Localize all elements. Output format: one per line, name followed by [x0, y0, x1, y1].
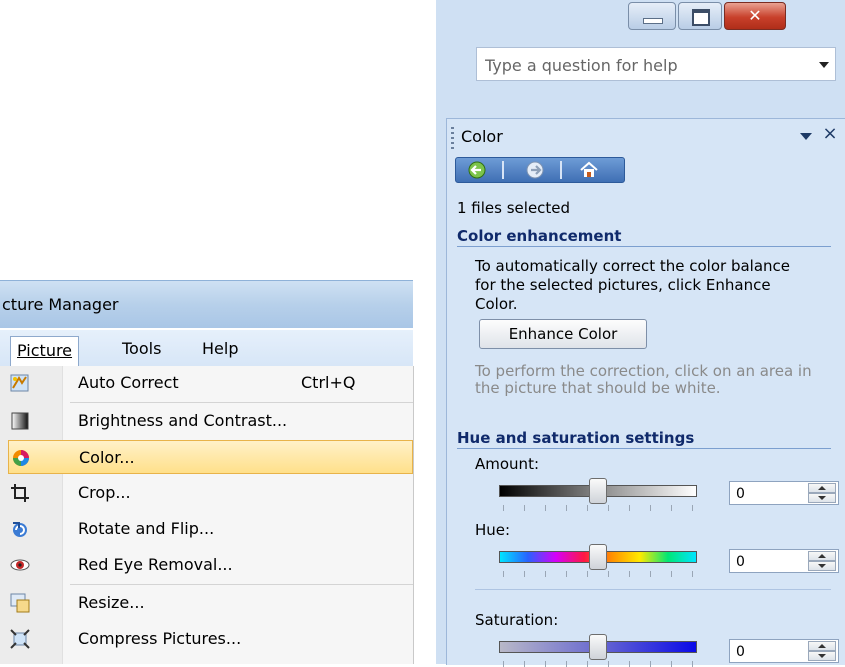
maximize-icon: [692, 9, 710, 26]
menu-item-red-eye[interactable]: Red Eye Removal...: [0, 548, 413, 582]
color-enhancement-heading: Color enhancement: [457, 227, 622, 245]
hue-value-input[interactable]: [734, 552, 798, 572]
section-divider: [457, 448, 831, 449]
minimize-button[interactable]: [628, 2, 676, 30]
menu-item-label: Auto Correct: [78, 373, 179, 392]
color-wheel-icon: [11, 448, 31, 468]
nav-separator: [502, 161, 504, 179]
menu-item-compress[interactable]: Compress Pictures...: [0, 622, 413, 656]
brightness-contrast-icon: [10, 411, 30, 431]
menu-item-shortcut: Ctrl+Q: [301, 373, 356, 392]
menu-item-label: Resize...: [78, 593, 145, 612]
pane-options-dropdown-icon[interactable]: [797, 127, 815, 145]
amount-slider-thumb[interactable]: [589, 478, 607, 504]
saturation-spinner: [729, 639, 839, 663]
hue-slider-ticks: [503, 571, 693, 577]
hue-spinner: [729, 549, 839, 573]
menu-picture-label: Picture: [17, 341, 73, 360]
section-divider: [475, 589, 831, 590]
close-icon: ✕: [748, 6, 762, 25]
hue-saturation-heading: Hue and saturation settings: [457, 429, 695, 447]
amount-value-input[interactable]: [734, 484, 798, 504]
help-dropdown-arrow-icon[interactable]: [811, 48, 835, 80]
menu-tools-label: Tools: [122, 339, 162, 358]
menu-picture[interactable]: Picture: [10, 336, 80, 367]
pane-close-button[interactable]: ×: [821, 123, 839, 145]
menu-tools[interactable]: Tools: [116, 337, 167, 361]
menu-item-auto-correct[interactable]: Auto Correct Ctrl+Q: [0, 366, 413, 400]
back-arrow-icon[interactable]: [466, 160, 488, 180]
compress-icon: [10, 629, 30, 649]
hue-decrease-button[interactable]: [808, 561, 836, 571]
red-eye-icon: [10, 555, 30, 575]
files-selected-count: 1 files selected: [457, 199, 571, 217]
saturation-slider-thumb[interactable]: [589, 634, 607, 660]
enhance-color-hint: To perform the correction, click on an a…: [475, 362, 812, 397]
amount-decrease-button[interactable]: [808, 493, 836, 503]
saturation-slider-ticks: [503, 661, 693, 667]
hue-increase-button[interactable]: [808, 551, 836, 561]
menu-help-label: Help: [202, 339, 239, 358]
picture-manager-window: cture Manager Picture Tools Help Auto Co…: [0, 280, 414, 664]
menu-item-label: Crop...: [78, 483, 131, 502]
saturation-increase-button[interactable]: [808, 641, 836, 651]
saturation-decrease-button[interactable]: [808, 651, 836, 661]
color-task-pane: Color × 1 files selected Color enhanceme…: [446, 118, 845, 667]
menu-item-label: Brightness and Contrast...: [78, 411, 288, 430]
menu-item-label: Compress Pictures...: [78, 629, 242, 648]
crop-icon: [10, 483, 30, 503]
menu-item-resize[interactable]: Resize...: [0, 586, 413, 620]
menu-item-crop[interactable]: Crop...: [0, 476, 413, 510]
pane-grip-handle[interactable]: [451, 127, 454, 149]
enhance-color-button[interactable]: Enhance Color: [479, 319, 647, 349]
menu-separator: [70, 402, 413, 403]
close-window-button[interactable]: ✕: [724, 2, 786, 30]
auto-correct-icon: [10, 373, 30, 393]
maximize-button[interactable]: [678, 2, 722, 30]
hue-label: Hue:: [475, 521, 511, 539]
menu-item-label: Red Eye Removal...: [78, 555, 233, 574]
pane-title: Color: [461, 127, 503, 146]
amount-increase-button[interactable]: [808, 483, 836, 493]
color-enhancement-description: To automatically correct the color balan…: [475, 257, 791, 313]
amount-label: Amount:: [475, 455, 539, 473]
saturation-label: Saturation:: [475, 611, 559, 629]
help-question-input[interactable]: [477, 48, 817, 82]
menu-item-label: Color...: [79, 448, 135, 467]
menu-bar: Picture Tools Help: [0, 330, 413, 367]
menu-separator: [70, 584, 413, 585]
rotate-flip-icon: [10, 519, 30, 539]
window-title: cture Manager: [0, 280, 413, 328]
window-controls: ✕: [628, 0, 845, 38]
menu-item-rotate-flip[interactable]: Rotate and Flip...: [0, 512, 413, 546]
nav-separator: [560, 161, 562, 179]
section-divider: [457, 246, 831, 247]
forward-arrow-icon[interactable]: [524, 160, 546, 180]
pane-navigation-bar: [455, 157, 625, 183]
minimize-icon: [643, 18, 663, 24]
menu-item-brightness-contrast[interactable]: Brightness and Contrast...: [0, 404, 413, 438]
saturation-value-input[interactable]: [734, 642, 798, 662]
home-icon[interactable]: [578, 160, 600, 180]
amount-slider-ticks: [503, 505, 693, 511]
hue-slider-thumb[interactable]: [589, 544, 607, 570]
menu-item-label: Rotate and Flip...: [78, 519, 215, 538]
menu-help[interactable]: Help: [196, 337, 244, 361]
amount-spinner: [729, 481, 839, 505]
menu-item-color[interactable]: Color...: [8, 440, 413, 474]
resize-icon: [10, 593, 30, 613]
picture-menu-dropdown: Auto Correct Ctrl+Q Brightness and Contr…: [0, 366, 414, 664]
help-search-box: [476, 47, 836, 82]
